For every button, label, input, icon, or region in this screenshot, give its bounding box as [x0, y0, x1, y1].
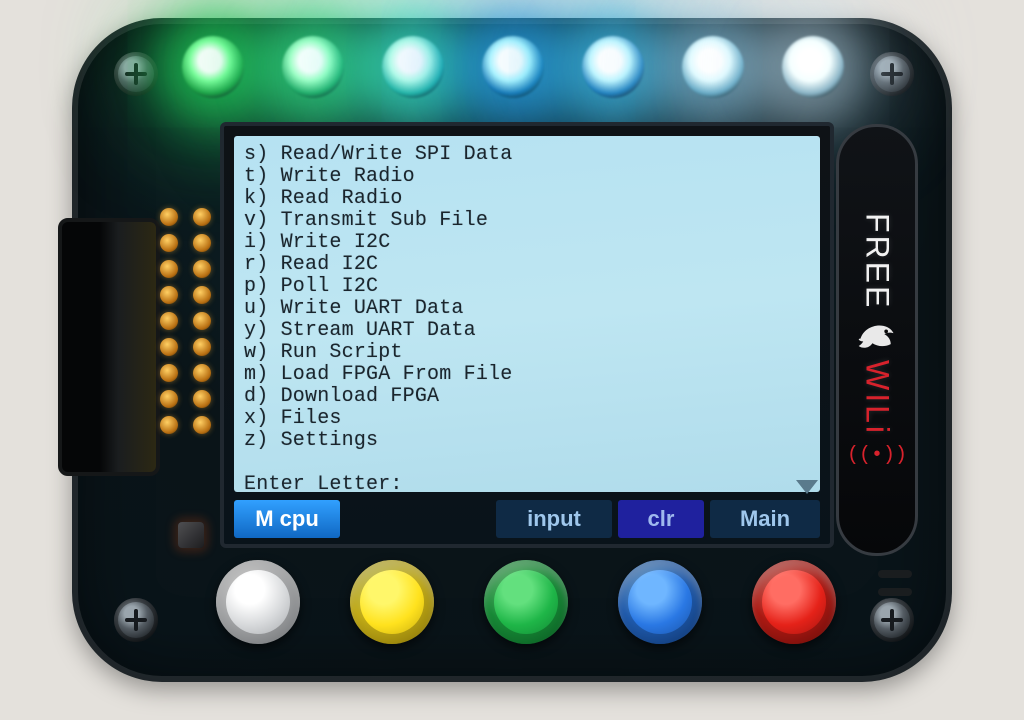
device-enclosure: s) Read/Write SPI Datat) Write Radiok) R… [72, 18, 952, 682]
brand-text-wili: WILi [859, 360, 896, 436]
led-strip [182, 36, 844, 98]
softkey-input[interactable]: input [496, 500, 612, 538]
led-3 [482, 36, 544, 98]
menu-item: w) Run Script [244, 342, 812, 364]
gpio-pin[interactable] [193, 338, 211, 356]
screw-br [870, 598, 914, 642]
gpio-pin[interactable] [193, 260, 211, 278]
menu-item: r) Read I2C [244, 254, 812, 276]
button-row [216, 560, 836, 644]
gpio-pin[interactable] [160, 364, 178, 382]
gpio-pin[interactable] [193, 234, 211, 252]
menu-item: t) Write Radio [244, 166, 812, 188]
screw-bl [114, 598, 158, 642]
brand-panel: FREE WILi ((•)) [836, 124, 918, 556]
gpio-header[interactable] [160, 208, 216, 434]
softkey-m-cpu[interactable]: M cpu [234, 500, 340, 538]
led-4 [582, 36, 644, 98]
menu-item: u) Write UART Data [244, 298, 812, 320]
menu-item: k) Read Radio [244, 188, 812, 210]
gpio-pin[interactable] [160, 390, 178, 408]
gpio-pin[interactable] [193, 416, 211, 434]
softkey-bar: M cpu input clr Main [234, 496, 820, 542]
hw-button-green[interactable] [484, 560, 568, 644]
hw-button-blue[interactable] [618, 560, 702, 644]
softkey-clr[interactable]: clr [618, 500, 704, 538]
gpio-pin[interactable] [193, 364, 211, 382]
brand-text-free: FREE [859, 213, 896, 310]
hw-button-red[interactable] [752, 560, 836, 644]
gpio-pin[interactable] [160, 208, 178, 226]
side-connector[interactable] [58, 218, 160, 476]
screw-tl [114, 52, 158, 96]
screw-tr [870, 52, 914, 96]
gpio-pin[interactable] [160, 416, 178, 434]
led-2 [382, 36, 444, 98]
scroll-down-icon [796, 480, 818, 494]
gpio-pin[interactable] [160, 312, 178, 330]
softkey-main[interactable]: Main [710, 500, 820, 538]
gpio-pin[interactable] [160, 260, 178, 278]
lcd-bezel: s) Read/Write SPI Datat) Write Radiok) R… [220, 122, 834, 548]
menu-item: m) Load FPGA From File [244, 364, 812, 386]
menu-item: d) Download FPGA [244, 386, 812, 408]
menu-item: s) Read/Write SPI Data [244, 144, 812, 166]
menu-item: p) Poll I2C [244, 276, 812, 298]
led-5 [682, 36, 744, 98]
hw-button-yellow[interactable] [350, 560, 434, 644]
whale-icon [855, 318, 899, 352]
menu-item: i) Write I2C [244, 232, 812, 254]
gpio-pin[interactable] [193, 286, 211, 304]
menu-item: x) Files [244, 408, 812, 430]
menu-item: y) Stream UART Data [244, 320, 812, 342]
led-1 [282, 36, 344, 98]
speaker-grille [878, 570, 912, 596]
gpio-pin[interactable] [193, 208, 211, 226]
lcd-display: s) Read/Write SPI Datat) Write Radiok) R… [234, 136, 820, 492]
led-6 [782, 36, 844, 98]
onboard-chip [178, 522, 204, 548]
menu-item: v) Transmit Sub File [244, 210, 812, 232]
gpio-pin[interactable] [160, 286, 178, 304]
led-0 [182, 36, 244, 98]
hw-button-grey[interactable] [216, 560, 300, 644]
prompt-line: Enter Letter: [244, 474, 812, 492]
gpio-pin[interactable] [160, 234, 178, 252]
menu-item: z) Settings [244, 430, 812, 452]
gpio-pin[interactable] [160, 338, 178, 356]
gpio-pin[interactable] [193, 390, 211, 408]
brand-antenna-icon: ((•)) [847, 444, 907, 467]
gpio-pin[interactable] [193, 312, 211, 330]
